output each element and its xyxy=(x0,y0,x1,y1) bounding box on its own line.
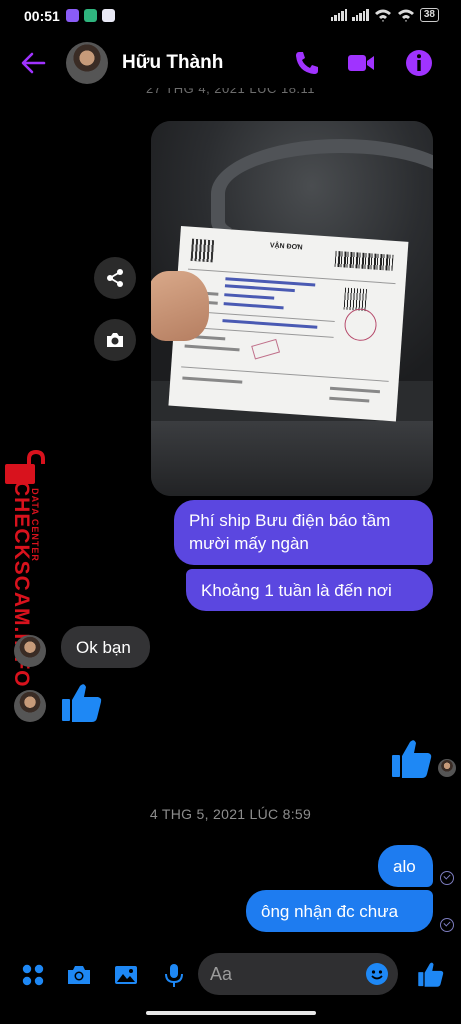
microphone-icon[interactable] xyxy=(161,962,187,988)
message-composer xyxy=(0,950,461,1000)
waybill-barcode xyxy=(334,250,394,271)
contact-name[interactable]: Hữu Thành xyxy=(122,52,223,74)
message-bubble-sent[interactable]: Phí ship Bưu điện báo tầm mười mấy ngàn xyxy=(174,500,433,565)
apps-grid-icon[interactable] xyxy=(20,962,46,988)
photo-message[interactable]: VẬN ĐƠN xyxy=(151,121,433,496)
message-bubble-sent[interactable]: ông nhận đc chưa xyxy=(246,890,433,932)
seen-avatar xyxy=(438,759,456,777)
messenger-notification-icon xyxy=(66,9,79,22)
message-bubble-sent[interactable]: Khoảng 1 tuần là đến nơi xyxy=(186,569,433,611)
like-thumb-sent-icon[interactable] xyxy=(390,736,434,780)
gallery-icon[interactable] xyxy=(113,962,139,988)
photo-lower xyxy=(151,421,433,496)
app-notification-icon xyxy=(84,9,97,22)
chat-header: Hữu Thành xyxy=(0,36,461,90)
like-thumb-received-icon[interactable] xyxy=(60,680,104,724)
wifi-2-icon xyxy=(397,9,414,22)
camera-icon xyxy=(107,333,123,347)
waybill-text xyxy=(224,284,295,293)
waybill-text xyxy=(329,396,370,403)
status-time: 00:51 xyxy=(24,8,60,24)
video-call-icon[interactable] xyxy=(346,48,376,78)
battery-icon: 38 xyxy=(419,8,439,22)
message-text: ông nhận đc chưa xyxy=(261,902,399,921)
date-separator: 4 THG 5, 2021 LÚC 8:59 xyxy=(149,806,312,822)
waybill-qr-code xyxy=(190,238,215,263)
back-arrow-icon[interactable] xyxy=(20,50,46,76)
info-icon[interactable] xyxy=(404,48,434,78)
message-text: alo xyxy=(393,857,416,876)
phone-call-icon[interactable] xyxy=(292,48,322,78)
contact-avatar[interactable] xyxy=(66,42,108,84)
contact-avatar-small[interactable] xyxy=(14,635,46,667)
waybill-barcode-small xyxy=(343,287,368,312)
save-photo-button[interactable] xyxy=(94,319,136,361)
share-icon xyxy=(107,269,123,287)
waybill-stamp-red xyxy=(251,338,281,360)
emoji-face-icon xyxy=(371,970,383,980)
waybill-text xyxy=(222,319,318,329)
store-notification-icon xyxy=(102,9,115,22)
status-bar: 00:51 38 xyxy=(0,0,461,34)
waybill-text xyxy=(224,293,275,300)
waybill-text xyxy=(329,386,381,394)
watermark-sub: DATA CENTER xyxy=(30,488,40,562)
message-text: Phí ship Bưu điện báo tầm mười mấy ngàn xyxy=(189,511,391,553)
notification-icons xyxy=(66,9,115,22)
like-send-icon[interactable] xyxy=(417,960,445,988)
message-bubble-sent[interactable]: alo xyxy=(378,845,433,887)
delivered-icon xyxy=(440,871,454,885)
message-text: Khoảng 1 tuần là đến nơi xyxy=(201,581,392,600)
cut-off-date-separator: 27 THG 4, 2021 LÚC 18:11 xyxy=(145,88,316,96)
emoji-icon[interactable] xyxy=(366,963,388,985)
message-text: Ok bạn xyxy=(76,638,131,657)
share-button[interactable] xyxy=(94,257,136,299)
message-input-container[interactable] xyxy=(198,953,398,995)
waybill-text xyxy=(184,344,240,352)
status-right: 38 xyxy=(330,8,439,22)
contact-avatar-small[interactable] xyxy=(14,690,46,722)
waybill-stamp xyxy=(343,307,378,342)
home-indicator[interactable] xyxy=(146,1011,316,1015)
waybill-text xyxy=(182,376,243,384)
waybill-text xyxy=(223,302,284,310)
waybill-title: VẬN ĐƠN xyxy=(269,242,303,252)
camera-compose-icon[interactable] xyxy=(66,962,92,988)
message-input[interactable] xyxy=(210,961,350,987)
wifi-icon xyxy=(374,9,391,22)
signal-icon xyxy=(330,9,348,21)
delivered-icon xyxy=(440,918,454,932)
signal-2-icon xyxy=(352,9,369,21)
photo-hand xyxy=(151,271,209,341)
message-bubble-received[interactable]: Ok bạn xyxy=(61,626,150,668)
